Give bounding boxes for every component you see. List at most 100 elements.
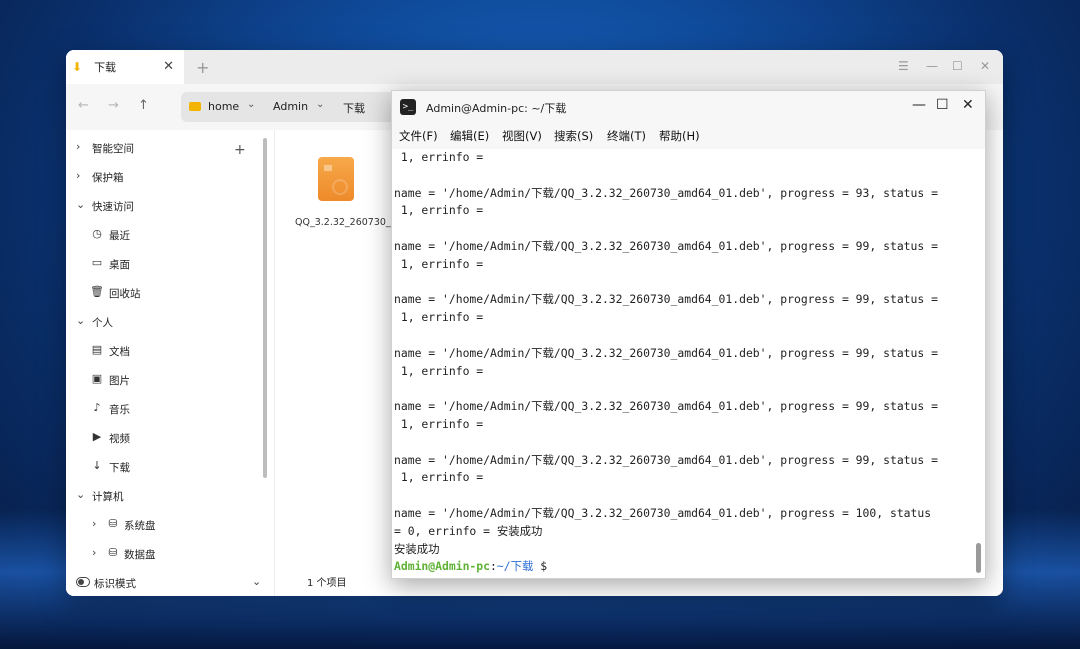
chevron-down-icon[interactable]: ⌄ (76, 198, 85, 211)
sidebar-item-label: 视频 (109, 433, 130, 445)
sidebar-item[interactable]: 🗑 回收站 (66, 281, 266, 305)
sidebar-item-icon: ↓ (92, 459, 102, 472)
terminal-line: name = '/home/Admin/下载/QQ_3.2.32_260730_… (394, 505, 932, 520)
sidebar-item-label: 系统盘 (124, 520, 156, 532)
item-count: 1 个项目 (307, 578, 347, 589)
sidebar-item-icon: 🗑 (90, 285, 104, 298)
terminal-line: 1, errinfo = (394, 416, 484, 431)
sidebar-item[interactable]: ⌄ 快速访问 (66, 194, 266, 218)
chevron-down-icon[interactable]: ⌄ (316, 99, 324, 110)
sidebar-item-label: 音乐 (109, 404, 130, 416)
chevron-right-icon[interactable]: › (76, 169, 80, 182)
close-icon[interactable]: ✕ (962, 97, 974, 113)
sidebar-item-label: 下载 (109, 462, 130, 474)
chevron-down-icon[interactable]: ⌄ (76, 314, 85, 327)
sidebar-item-icon: ♪ (93, 401, 101, 414)
terminal-title: Admin@Admin-pc: ~/下载 (426, 102, 567, 115)
sidebar-item[interactable]: ⌄ 计算机 (66, 484, 266, 508)
tab-label: 下载 (94, 61, 117, 74)
sidebar-item[interactable]: ▭ 桌面 (66, 252, 266, 276)
terminal-line: 1, errinfo = (394, 363, 484, 378)
sidebar-item[interactable]: ▤ 文档 (66, 339, 266, 363)
chevron-down-icon[interactable]: ⌄ (76, 488, 85, 501)
up-icon[interactable]: ↑ (138, 98, 149, 113)
menu-terminal[interactable]: 终端(T) (607, 128, 646, 144)
minimize-icon[interactable]: — (926, 59, 938, 73)
sidebar-item-icon: ▣ (91, 372, 103, 385)
sidebar-item[interactable]: › ⛁ 数据盘 (66, 542, 266, 566)
sidebar-item-label: 数据盘 (124, 549, 156, 561)
tab-close-icon[interactable]: ✕ (163, 59, 174, 74)
folder-icon (189, 102, 201, 111)
sidebar-item[interactable]: ⌄ 个人 (66, 310, 266, 334)
menu-edit[interactable]: 编辑(E) (450, 128, 489, 144)
terminal-line: name = '/home/Admin/下载/QQ_3.2.32_260730_… (394, 238, 938, 253)
terminal-output[interactable]: 1, errinfo = name = '/home/Admin/下载/QQ_3.… (394, 149, 974, 577)
close-icon[interactable]: ✕ (980, 59, 990, 73)
mode-label: 标识模式 (94, 578, 136, 590)
terminal-line: name = '/home/Admin/下载/QQ_3.2.32_260730_… (394, 452, 938, 467)
deb-package-icon[interactable] (318, 157, 354, 201)
terminal-line: 1, errinfo = (394, 310, 484, 325)
chevron-down-icon[interactable]: ⌄ (247, 99, 255, 110)
sidebar-item[interactable]: › 保护箱 (66, 165, 266, 189)
chevron-right-icon[interactable]: › (92, 546, 96, 559)
sidebar-item-label: 快速访问 (92, 201, 134, 213)
tab-downloads[interactable]: ⬇ 下载 ✕ (66, 50, 184, 84)
terminal-prompt: Admin@Admin-pc:~/下载 $ (394, 558, 974, 576)
disk-icon: ⛁ (108, 546, 118, 559)
prompt-user: Admin@Admin-pc (394, 559, 491, 574)
sidebar-item-label: 智能空间 (92, 143, 134, 155)
terminal-line: name = '/home/Admin/下载/QQ_3.2.32_260730_… (394, 185, 938, 200)
download-folder-icon: ⬇ (72, 60, 83, 74)
sidebar-item[interactable]: › 智能空间 (66, 136, 266, 160)
menu-file[interactable]: 文件(F) (399, 128, 438, 144)
chevron-right-icon[interactable]: › (92, 517, 96, 530)
sidebar-item[interactable]: ♪ 音乐 (66, 397, 266, 421)
sidebar-item-icon: ◷ (92, 227, 102, 240)
terminal-line: 1, errinfo = (394, 150, 484, 164)
terminal-window: >_ Admin@Admin-pc: ~/下载 — ☐ ✕ 文件(F) 编辑(E… (391, 90, 986, 579)
menu-help[interactable]: 帮助(H) (659, 128, 700, 144)
sidebar: + 标识模式 ⌄ › 智能空间 › 保护箱 ⌄ 快速访问 ◷ 最近 ▭ 桌面 🗑 回收站 ⌄ 个人 ▤ 文档 ▣… (66, 130, 275, 596)
minimize-icon[interactable]: — (912, 97, 926, 113)
menu-view[interactable]: 视图(V) (502, 128, 542, 144)
sidebar-item[interactable]: ↓ 下载 (66, 455, 266, 479)
menu-icon[interactable]: ☰ (898, 59, 909, 73)
toggle-icon[interactable] (76, 577, 90, 587)
sidebar-item[interactable]: ▶ 视频 (66, 426, 266, 450)
sidebar-item-label: 保护箱 (92, 172, 124, 184)
back-icon[interactable]: ← (78, 98, 89, 113)
sidebar-item-label: 文档 (109, 346, 130, 358)
chevron-right-icon[interactable]: › (76, 140, 80, 153)
terminal-icon: >_ (400, 99, 416, 115)
sidebar-item-label: 桌面 (109, 259, 130, 271)
terminal-line: 1, errinfo = (394, 470, 484, 485)
sidebar-bottom: 标识模式 ⌄ (66, 570, 274, 596)
terminal-line: 1, errinfo = (394, 203, 484, 218)
menu-search[interactable]: 搜索(S) (554, 128, 593, 144)
breadcrumb: home ⌄ Admin ⌄ 下载 (181, 92, 411, 122)
forward-icon[interactable]: → (108, 98, 119, 113)
crumb-downloads[interactable]: 下载 (343, 100, 365, 116)
crumb-home[interactable]: home (208, 100, 239, 113)
disk-icon: ⛁ (108, 517, 118, 530)
sidebar-item[interactable]: ◷ 最近 (66, 223, 266, 247)
maximize-icon[interactable]: ☐ (936, 97, 949, 113)
fm-titlebar: ⬇ 下载 ✕ + ☰ — ☐ ✕ (66, 50, 1003, 84)
crumb-admin[interactable]: Admin (273, 100, 308, 113)
terminal-menubar: 文件(F) 编辑(E) 视图(V) 搜索(S) 终端(T) 帮助(H) (392, 123, 985, 149)
new-tab-icon[interactable]: + (196, 58, 209, 77)
sidebar-item-icon: ▭ (91, 256, 103, 269)
sidebar-item[interactable]: › ⛁ 系统盘 (66, 513, 266, 537)
maximize-icon[interactable]: ☐ (952, 59, 963, 73)
file-name[interactable]: QQ_3.2.32_260730_amd64_… (295, 216, 438, 230)
terminal-scrollbar[interactable] (976, 543, 981, 573)
sidebar-item[interactable]: ▣ 图片 (66, 368, 266, 392)
chevron-down-icon[interactable]: ⌄ (252, 575, 261, 588)
